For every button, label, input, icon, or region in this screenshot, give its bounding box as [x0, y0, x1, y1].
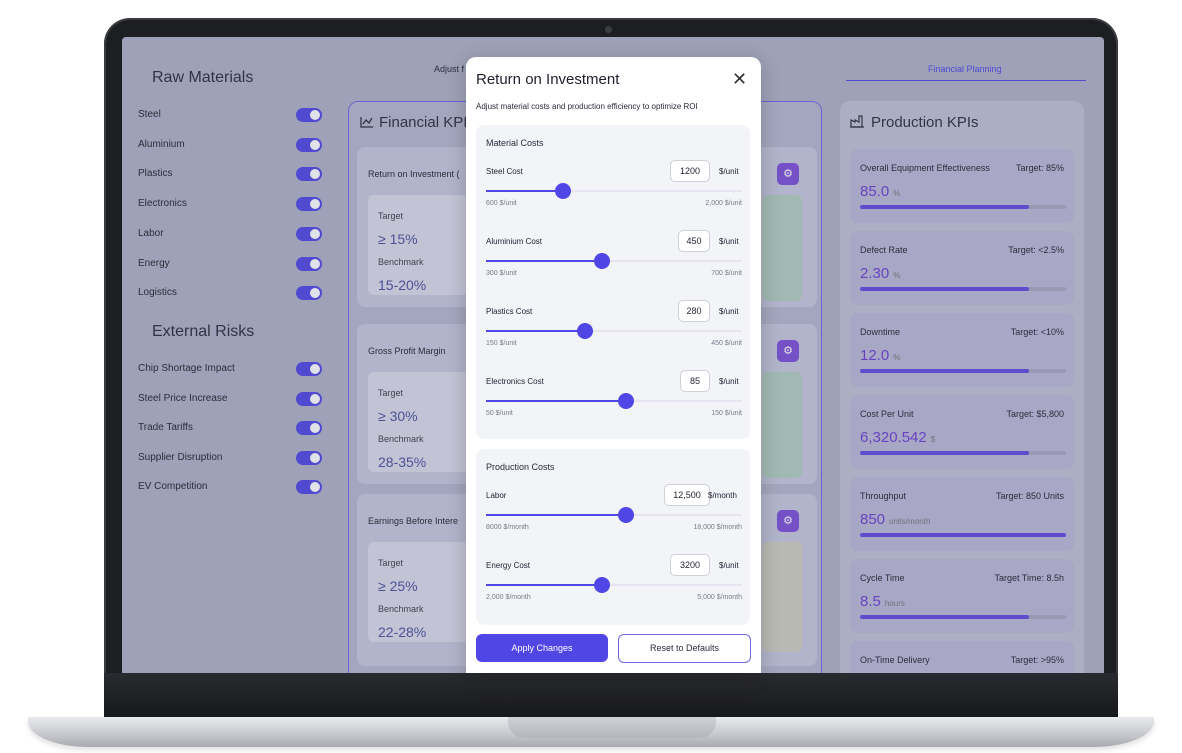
unit-label: $/unit — [719, 167, 739, 176]
slider-label: Electronics Cost — [486, 377, 544, 386]
value-input[interactable]: 450 — [678, 230, 710, 252]
slider-max-label: 700 $/unit — [711, 270, 742, 277]
apply-changes-button[interactable]: Apply Changes — [476, 634, 608, 662]
unit-label: $/month — [708, 491, 737, 500]
camera — [605, 26, 612, 33]
slider-label: Aluminium Cost — [486, 237, 543, 246]
slider-fill — [486, 584, 603, 586]
slider-label: Plastics Cost — [486, 307, 533, 316]
value-input[interactable]: 280 — [678, 300, 710, 322]
slider-thumb[interactable] — [594, 577, 611, 593]
slider-min-label: 50 $/unit — [486, 410, 513, 417]
laptop-notch — [508, 717, 716, 738]
slider-label: Labor — [486, 491, 507, 500]
slider-label: Energy Cost — [486, 561, 531, 570]
slider-track[interactable] — [486, 393, 742, 409]
material-costs-title: Material Costs — [486, 138, 544, 148]
slider-min-label: 150 $/unit — [486, 340, 517, 347]
slider-max-label: 150 $/unit — [711, 410, 742, 417]
slider-track[interactable] — [486, 183, 742, 199]
slider-fill — [486, 190, 563, 192]
slider-fill — [486, 400, 626, 402]
slider-min-label: 8000 $/month — [486, 524, 529, 531]
close-icon[interactable]: ✕ — [732, 69, 747, 90]
slider-thumb[interactable] — [617, 393, 634, 409]
value-input[interactable]: 3200 — [670, 554, 710, 576]
value-input[interactable]: 12,500 — [664, 484, 710, 506]
slider-max-label: 2,000 $/unit — [705, 200, 742, 207]
modal-subtitle: Adjust material costs and production eff… — [476, 102, 698, 111]
slider-max-label: 450 $/unit — [711, 340, 742, 347]
slider-thumb[interactable] — [576, 323, 593, 339]
unit-label: $/unit — [719, 237, 739, 246]
unit-label: $/unit — [719, 561, 739, 570]
slider-fill — [486, 330, 585, 332]
laptop-chin — [104, 673, 1118, 717]
value-input[interactable]: 1200 — [670, 160, 710, 182]
slider-track[interactable] — [486, 323, 742, 339]
slider-max-label: 5,000 $/month — [697, 594, 742, 601]
roi-modal: Return on Investment ✕ Adjust material c… — [466, 57, 761, 673]
slider-thumb[interactable] — [554, 183, 571, 199]
slider-track[interactable] — [486, 577, 742, 593]
slider-thumb[interactable] — [594, 253, 611, 269]
production-costs-title: Production Costs — [486, 462, 555, 472]
slider-thumb[interactable] — [617, 507, 634, 523]
unit-label: $/unit — [719, 307, 739, 316]
slider-max-label: 18,000 $/month — [693, 524, 742, 531]
material-costs-section: Material Costs Steel Cost 1200 $/unit 600 $… — [476, 125, 750, 439]
reset-defaults-button[interactable]: Reset to Defaults — [618, 634, 751, 663]
slider-fill — [486, 260, 603, 262]
production-costs-section: Production Costs Labor 12,500 $/month 8000 … — [476, 449, 750, 625]
modal-title: Return on Investment — [476, 71, 620, 88]
slider-min-label: 300 $/unit — [486, 270, 517, 277]
slider-label: Steel Cost — [486, 167, 523, 176]
slider-track[interactable] — [486, 507, 742, 523]
slider-min-label: 2,000 $/month — [486, 594, 531, 601]
slider-fill — [486, 514, 626, 516]
slider-min-label: 600 $/unit — [486, 200, 517, 207]
value-input[interactable]: 85 — [680, 370, 710, 392]
slider-track[interactable] — [486, 253, 742, 269]
unit-label: $/unit — [719, 377, 739, 386]
